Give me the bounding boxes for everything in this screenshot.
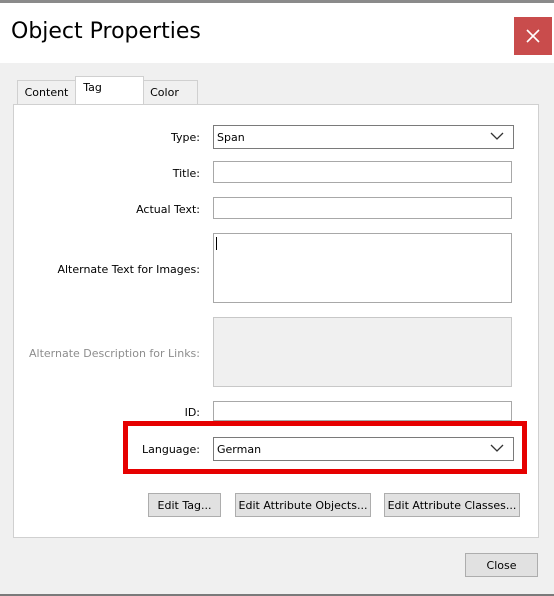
text-caret	[216, 237, 217, 250]
actual-text-label: Actual Text:	[136, 203, 200, 216]
actual-text-input[interactable]	[213, 197, 512, 219]
tab-content[interactable]: Content	[17, 80, 76, 104]
close-button[interactable]: Close	[465, 553, 538, 577]
tab-color[interactable]: Color	[143, 80, 198, 104]
type-select[interactable]: Span	[213, 125, 514, 149]
id-input[interactable]	[213, 401, 512, 421]
close-button-label: Close	[486, 558, 517, 572]
edit-tag-button[interactable]: Edit Tag...	[148, 493, 221, 517]
language-highlight-box	[123, 421, 527, 474]
tab-tag[interactable]: Tag	[75, 76, 144, 104]
tab-content-label: Content	[24, 86, 69, 99]
window-title: Object Properties	[11, 19, 201, 44]
chevron-down-icon	[490, 132, 504, 140]
alt-desc-input	[213, 317, 512, 387]
title-input[interactable]	[213, 161, 512, 183]
type-value: Span	[217, 131, 245, 144]
type-label: Type:	[171, 131, 200, 144]
tab-color-label: Color	[150, 86, 179, 99]
edit-attribute-objects-button[interactable]: Edit Attribute Objects...	[235, 493, 371, 517]
edit-attribute-classes-button[interactable]: Edit Attribute Classes...	[384, 493, 520, 517]
edit-attribute-objects-label: Edit Attribute Objects...	[238, 498, 368, 512]
edit-attribute-classes-label: Edit Attribute Classes...	[387, 498, 517, 512]
window-close-button[interactable]	[514, 17, 552, 55]
id-label: ID:	[184, 406, 200, 419]
close-icon	[526, 29, 540, 43]
edit-tag-label: Edit Tag...	[157, 498, 212, 512]
alt-text-input[interactable]	[213, 233, 512, 303]
alt-desc-label: Alternate Description for Links:	[28, 347, 200, 360]
title-bar: Object Properties	[0, 3, 554, 63]
alt-text-label: Alternate Text for Images:	[57, 263, 200, 276]
tab-tag-label: Tag	[83, 81, 102, 94]
title-label: Title:	[172, 167, 200, 180]
